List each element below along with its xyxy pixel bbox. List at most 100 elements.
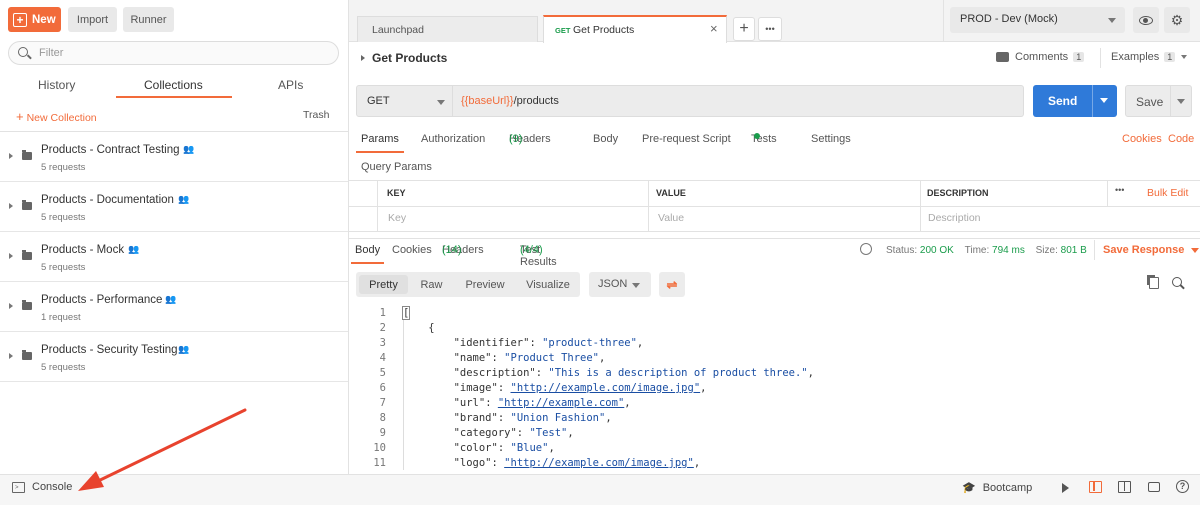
url-variable: {{baseUrl}} — [461, 95, 514, 107]
tab-authorization[interactable]: Authorization — [421, 133, 485, 145]
comments-button[interactable]: Comments 1 — [996, 51, 1085, 63]
collection-item[interactable]: Products - Security Testing 👥 5 requests — [0, 332, 348, 382]
cookies-link[interactable]: Cookies — [1122, 133, 1162, 145]
key-input[interactable]: Key — [388, 212, 406, 224]
plus-icon: + — [13, 12, 27, 27]
response-headers-count: (14) — [442, 244, 462, 256]
new-collection-button[interactable]: + New Collection — [16, 109, 97, 124]
import-button[interactable]: Import — [68, 7, 117, 32]
close-icon[interactable]: × — [710, 21, 718, 36]
chevron-down-icon — [632, 283, 640, 288]
tab-body[interactable]: Body — [593, 133, 618, 145]
line-number: 5 — [379, 367, 386, 379]
response-tab-body[interactable]: Body — [355, 244, 380, 256]
trash-button[interactable]: Trash — [303, 109, 329, 121]
value-input[interactable]: Value — [658, 212, 684, 224]
line-number: 9 — [379, 427, 386, 439]
tab-settings[interactable]: Settings — [811, 133, 851, 145]
column-description: DESCRIPTION — [927, 188, 989, 198]
environment-label: PROD - Dev (Mock) — [960, 13, 1058, 25]
status-value: 200 OK — [919, 245, 954, 256]
team-icon: 👥 — [178, 194, 190, 204]
help-icon[interactable]: ? — [1176, 480, 1189, 493]
save-button[interactable]: Save — [1125, 85, 1192, 117]
more-options-icon[interactable]: ••• — [1115, 185, 1124, 195]
tab-prerequest[interactable]: Pre-request Script — [642, 133, 731, 145]
status-label: Status: — [886, 245, 918, 256]
code-line: "brand": "Union Fashion", — [453, 412, 612, 424]
collection-request-count: 5 requests — [41, 362, 86, 373]
response-tab-cookies[interactable]: Cookies — [392, 244, 432, 256]
eye-icon — [1139, 15, 1153, 25]
annotation-arrow — [78, 408, 247, 491]
add-tab-button[interactable]: + — [733, 17, 755, 41]
code-line: "image": "http://example.com/image.jpg", — [453, 382, 707, 394]
code-line: "identifier": "product-three", — [453, 337, 644, 349]
code-link[interactable]: "http://example.com/image.jpg" — [511, 382, 701, 394]
copy-icon[interactable] — [1149, 277, 1159, 289]
collection-item[interactable]: Products - Contract Testing 👥 5 requests — [0, 132, 348, 182]
new-button-label: New — [32, 13, 56, 26]
chevron-down-icon — [1191, 247, 1200, 253]
collection-request-count: 5 requests — [41, 212, 86, 223]
collection-item[interactable]: Products - Mock 👥 5 requests — [0, 232, 348, 282]
team-icon: 👥 — [178, 344, 190, 354]
send-button[interactable]: Send — [1033, 85, 1117, 117]
column-value: VALUE — [656, 188, 686, 198]
tab-more-button[interactable]: ••• — [758, 17, 782, 41]
console-button[interactable]: > Console — [12, 481, 72, 493]
format-label: JSON — [598, 278, 628, 290]
code-link[interactable]: "http://example.com" — [498, 397, 624, 409]
wrap-lines-button[interactable]: ⇌ — [659, 272, 685, 297]
chevron-down-icon — [437, 100, 445, 105]
bootcamp-label: Bootcamp — [982, 481, 1033, 494]
line-number: 2 — [379, 322, 386, 334]
search-input[interactable]: Filter — [8, 41, 339, 65]
line-number: 6 — [379, 382, 386, 394]
view-raw-button[interactable]: Raw — [414, 275, 449, 294]
active-tab-underline — [351, 262, 384, 264]
collection-item[interactable]: Products - Performance 👥 1 request — [0, 282, 348, 332]
code-line: "url": "http://example.com", — [453, 397, 631, 409]
new-button[interactable]: + New — [8, 7, 61, 32]
chevron-down-icon[interactable] — [1177, 99, 1185, 104]
code-link[interactable]: Code — [1168, 133, 1194, 145]
folder-icon — [22, 200, 32, 210]
tab-params[interactable]: Params — [361, 133, 399, 145]
description-input[interactable]: Description — [928, 212, 981, 224]
tab-launchpad[interactable]: Launchpad — [357, 16, 538, 42]
sidebar-tab-collections[interactable]: Collections — [144, 78, 203, 92]
view-pretty-button[interactable]: Pretty — [359, 275, 408, 294]
sidebar-tab-apis[interactable]: APIs — [278, 78, 303, 92]
code-line: "name": "Product Three", — [453, 352, 606, 364]
chevron-down-icon[interactable] — [1100, 98, 1108, 103]
collection-item[interactable]: Products - Documentation 👥 5 requests — [0, 182, 348, 232]
view-preview-button[interactable]: Preview — [459, 275, 511, 294]
method-select[interactable]: GET — [356, 85, 453, 117]
bulk-edit-link[interactable]: Bulk Edit — [1147, 187, 1188, 199]
code-link[interactable]: "http://example.com/image.jpg" — [504, 457, 694, 469]
bootcamp-button[interactable]: 🎓 Bootcamp — [962, 481, 1033, 495]
size-value: 801 B — [1060, 245, 1087, 256]
environment-quick-look-button[interactable] — [1133, 7, 1159, 33]
format-select[interactable]: JSON — [589, 272, 651, 297]
caret-right-icon[interactable] — [361, 55, 365, 61]
collection-request-count: 1 request — [41, 312, 81, 323]
sidebar-tab-history[interactable]: History — [38, 78, 75, 92]
manage-environments-button[interactable]: ⚙ — [1164, 7, 1190, 33]
tab-get-products[interactable]: GET Get Products × — [543, 15, 727, 43]
two-pane-view-icon[interactable] — [1089, 481, 1102, 493]
grid-layout-icon[interactable] — [1118, 481, 1131, 493]
examples-button[interactable]: Examples 1 — [1111, 51, 1188, 63]
column-key: KEY — [387, 188, 406, 198]
time-label: Time: — [964, 245, 990, 256]
runner-play-icon[interactable] — [1062, 483, 1069, 493]
url-input[interactable]: {{baseUrl}}/products — [453, 85, 1024, 117]
runner-button[interactable]: Runner — [123, 7, 174, 32]
environment-select[interactable]: PROD - Dev (Mock) — [950, 7, 1125, 33]
active-tab-underline — [356, 151, 404, 153]
keyboard-shortcuts-icon[interactable] — [1148, 482, 1160, 492]
line-number: 11 — [373, 457, 386, 469]
save-response-button[interactable]: Save Response — [1103, 244, 1200, 256]
view-visualize-button[interactable]: Visualize — [520, 275, 576, 294]
